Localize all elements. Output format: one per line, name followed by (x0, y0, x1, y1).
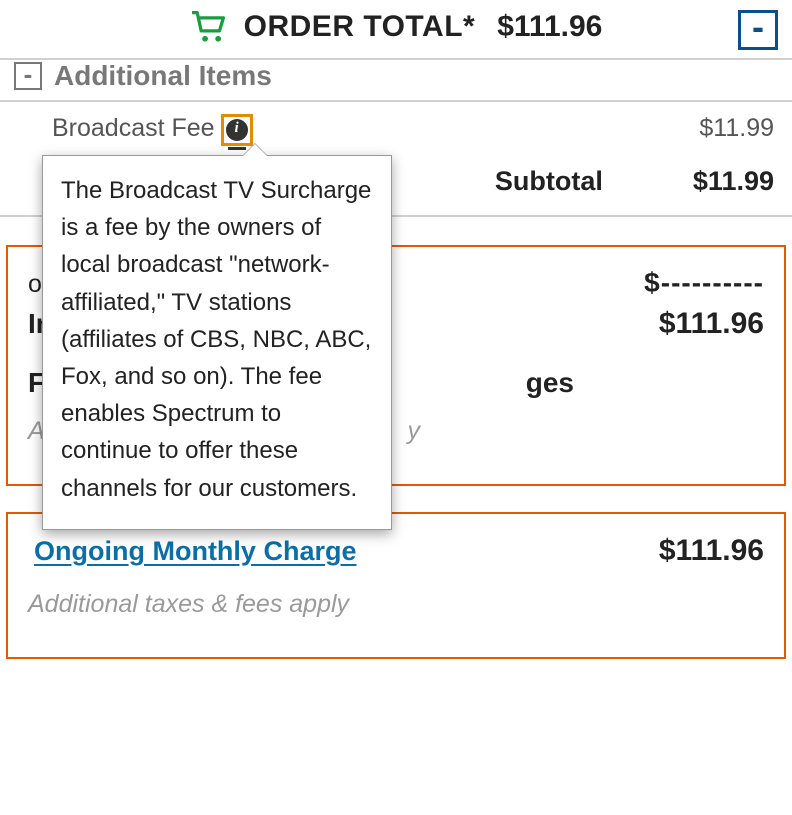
info-icon (226, 119, 248, 141)
broadcast-fee-tooltip: The Broadcast TV Surcharge is a fee by t… (42, 155, 392, 530)
order-total-label: ORDER TOTAL* (244, 10, 476, 44)
order-total-header: ORDER TOTAL* $111.96 - (0, 0, 792, 60)
tooltip-arrow-icon (243, 144, 267, 156)
info-icon-button[interactable] (221, 114, 253, 146)
tooltip-text: The Broadcast TV Surcharge is a fee by t… (61, 177, 371, 502)
card1-note-right: y (408, 417, 421, 446)
section-collapse-button[interactable]: - (14, 62, 42, 90)
initial-value: $111.96 (659, 307, 764, 341)
section-title: Additional Items (54, 60, 272, 92)
cart-icon (190, 10, 228, 44)
one-time-value: $---------- (644, 267, 764, 299)
broadcast-fee-value: $11.99 (699, 114, 774, 143)
broadcast-fee-row: Broadcast Fee $11.99 (0, 102, 792, 154)
ongoing-monthly-value: $111.96 (659, 534, 764, 568)
order-total-value: $111.96 (497, 10, 602, 44)
additional-items-header: - Additional Items (0, 60, 792, 102)
card2-note: Additional taxes & fees apply (28, 590, 764, 619)
subtotal-value: $11.99 (693, 166, 774, 197)
ongoing-monthly-link[interactable]: Ongoing Monthly Charge (34, 536, 356, 567)
broadcast-fee-label: Broadcast Fee (52, 114, 215, 143)
subtotal-label: Subtotal (495, 166, 603, 197)
collapse-button[interactable]: - (738, 10, 778, 50)
ongoing-charges-card: Ongoing Monthly Charge $111.96 Additiona… (6, 512, 786, 659)
first-month-heading-right: ges (526, 367, 574, 399)
